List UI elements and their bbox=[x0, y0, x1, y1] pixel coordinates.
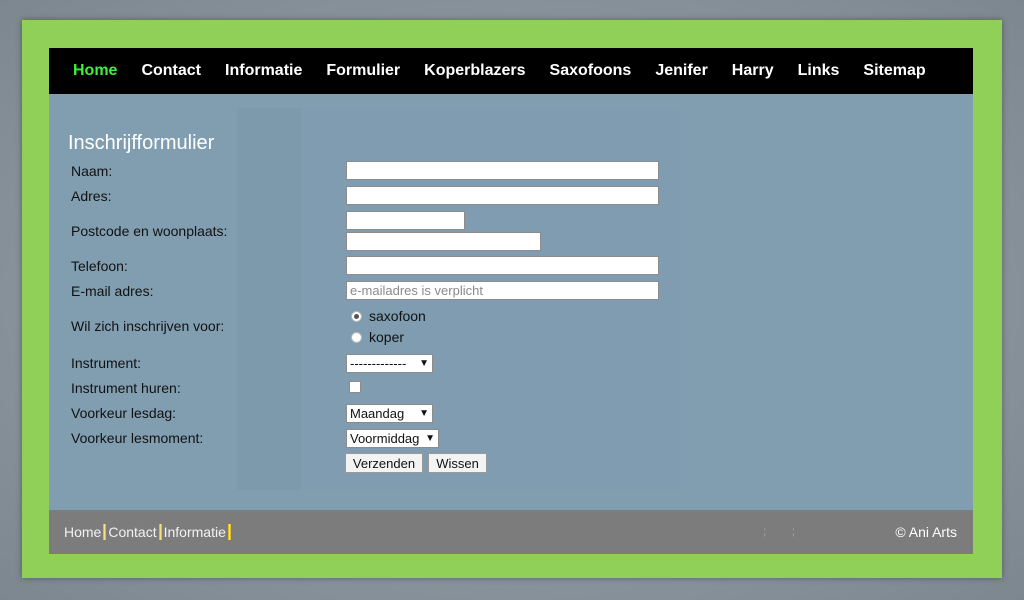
nav-item-harry[interactable]: Harry bbox=[732, 62, 774, 80]
lesmoment-select[interactable]: Voormiddag ▼ bbox=[346, 429, 439, 448]
site-footer: Home Contact Informatie ; ; © Ani Arts bbox=[49, 510, 973, 554]
woonplaats-input[interactable] bbox=[346, 232, 541, 251]
copyright-text: © Ani Arts bbox=[895, 524, 957, 540]
radio-option-koper[interactable]: koper bbox=[351, 329, 404, 345]
footer-links: Home Contact Informatie bbox=[64, 524, 233, 540]
adres-input[interactable] bbox=[346, 186, 659, 205]
nav-item-sitemap[interactable]: Sitemap bbox=[863, 62, 925, 80]
lesdag-select-value: Maandag bbox=[350, 406, 405, 421]
label-huren: Instrument huren: bbox=[71, 380, 181, 396]
reset-button[interactable]: Wissen bbox=[428, 453, 487, 473]
radio-option-saxofoon[interactable]: saxofoon bbox=[351, 308, 426, 324]
huren-checkbox[interactable] bbox=[349, 381, 361, 393]
nav-item-contact[interactable]: Contact bbox=[141, 62, 201, 80]
footer-dot: ; bbox=[763, 524, 767, 538]
chevron-down-icon: ▼ bbox=[425, 433, 435, 444]
label-instrument: Instrument: bbox=[71, 355, 142, 371]
label-inschrijven: Wil zich inschrijven voor: bbox=[71, 318, 225, 334]
label-lesmoment: Voorkeur lesmoment: bbox=[71, 430, 204, 446]
footer-link-contact[interactable]: Contact bbox=[108, 524, 156, 540]
radio-saxofoon-label: saxofoon bbox=[369, 308, 426, 324]
nav-item-saxofoons[interactable]: Saxofoons bbox=[550, 62, 632, 80]
nav-item-koperblazers[interactable]: Koperblazers bbox=[424, 62, 525, 80]
label-email: E-mail adres: bbox=[71, 283, 154, 299]
form-title: Inschrijfformulier bbox=[68, 132, 215, 154]
footer-separator bbox=[103, 524, 107, 540]
label-lesdag: Voorkeur lesdag: bbox=[71, 405, 177, 421]
nav-item-formulier[interactable]: Formulier bbox=[326, 62, 400, 80]
main-navigation: Home Contact Informatie Formulier Koperb… bbox=[49, 48, 973, 94]
site-container: Home Contact Informatie Formulier Koperb… bbox=[49, 48, 973, 554]
nav-item-informatie[interactable]: Informatie bbox=[225, 62, 302, 80]
email-input[interactable] bbox=[346, 281, 659, 300]
lesmoment-select-value: Voormiddag bbox=[350, 431, 420, 446]
radio-saxofoon[interactable] bbox=[351, 310, 362, 322]
postcode-input[interactable] bbox=[346, 211, 465, 230]
label-postcode: Postcode en woonplaats: bbox=[71, 223, 228, 239]
footer-link-informatie[interactable]: Informatie bbox=[164, 524, 226, 540]
instrument-select[interactable]: ------------- ▼ bbox=[346, 354, 433, 373]
chevron-down-icon: ▼ bbox=[419, 408, 429, 419]
content-column-left bbox=[237, 108, 301, 490]
label-naam: Naam: bbox=[71, 163, 113, 179]
telefoon-input[interactable] bbox=[346, 256, 659, 275]
footer-dot: ; bbox=[791, 524, 796, 538]
nav-item-links[interactable]: Links bbox=[798, 62, 840, 80]
footer-separator bbox=[227, 524, 231, 540]
footer-separator bbox=[158, 524, 162, 540]
instrument-select-value: ------------- bbox=[350, 356, 407, 371]
label-adres: Adres: bbox=[71, 188, 112, 204]
footer-dots: ; ; bbox=[763, 524, 817, 538]
label-telefoon: Telefoon: bbox=[71, 258, 128, 274]
radio-koper[interactable] bbox=[351, 331, 362, 343]
nav-item-home[interactable]: Home bbox=[73, 62, 117, 80]
lesdag-select[interactable]: Maandag ▼ bbox=[346, 404, 433, 423]
naam-input[interactable] bbox=[346, 161, 659, 180]
nav-item-jenifer[interactable]: Jenifer bbox=[655, 62, 707, 80]
submit-button[interactable]: Verzenden bbox=[345, 453, 423, 473]
chevron-down-icon: ▼ bbox=[419, 358, 429, 369]
footer-link-home[interactable]: Home bbox=[64, 524, 101, 540]
radio-koper-label: koper bbox=[369, 329, 405, 345]
